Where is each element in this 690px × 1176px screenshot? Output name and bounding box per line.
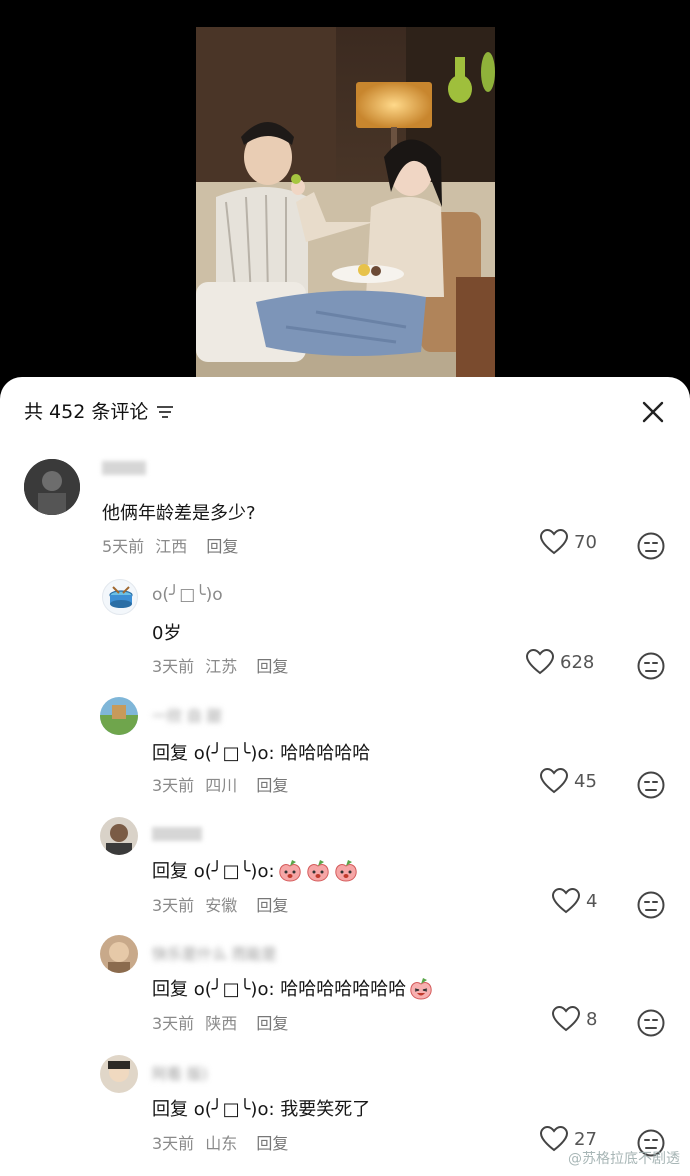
like-button[interactable]: 628 [526,649,594,675]
laughing-emoji-icon [410,978,432,1000]
avatar[interactable] [100,817,138,855]
avatar[interactable] [100,935,138,973]
peach-emoji-icon [334,860,357,882]
dislike-icon[interactable] [637,771,665,799]
avatar-image [100,817,138,855]
watermark-text: @苏格拉底不剧透 [568,1151,680,1167]
reply-item: 回复 o(╯□╰)o: 3天前 安徽 回复 4 [0,815,690,925]
reply-button[interactable]: 回复 [206,537,238,556]
avatar-image [100,697,138,735]
reply-item: 快乐是什么 而能是 回复 o(╯□╰)o: 哈哈哈哈哈哈哈 3天前 陕西 回复 … [0,933,690,1043]
avatar-image [100,1055,138,1093]
like-count: 70 [574,531,597,553]
video-thumbnail [196,27,495,377]
comment-count-title[interactable]: 共 452 条评论 [24,397,174,424]
comment-time: 3天前 [152,1134,195,1153]
comment-text-prefix: 回复 o(╯□╰)o: [152,861,275,882]
reply-button[interactable]: 回复 [256,776,288,795]
avatar-image [100,935,138,973]
drum-icon [109,586,133,608]
username-redacted [102,461,146,475]
comment-text: 回复 o(╯□╰)o: 我要笑死了 [152,1099,371,1120]
comment-time: 3天前 [152,657,195,676]
comment-meta: 3天前 四川 回复 [152,772,288,796]
comment-meta: 3天前 安徽 回复 [152,892,288,916]
video-frame[interactable] [196,27,495,377]
comment-meta: 5天前 江西 回复 [102,533,238,557]
reply-button[interactable]: 回复 [256,1014,288,1033]
comment-text: 0岁 [152,623,182,644]
reply-button[interactable]: 回复 [256,1134,288,1153]
heart-icon [526,649,554,675]
comment-item: 他俩年龄差是多少? 5天前 江西 回复 70 [0,457,690,567]
dislike-icon[interactable] [637,891,665,919]
comment-meta: 3天前 陕西 回复 [152,1010,288,1034]
username[interactable]: 阿看 版) [152,1063,208,1084]
comment-meta: 3天前 江苏 回复 [152,653,288,677]
reply-button[interactable]: 回复 [256,657,288,676]
reply-button[interactable]: 回复 [256,896,288,915]
like-button[interactable]: 4 [552,888,597,914]
username[interactable]: 快乐是什么 而能是 [152,943,277,964]
comment-text: 回复 o(╯□╰)o: 哈哈哈哈哈 [152,743,371,764]
comment-location: 江西 [155,537,188,556]
like-count: 4 [586,890,598,912]
peach-emoji-icon [278,860,301,882]
avatar[interactable] [100,697,138,735]
like-button[interactable]: 70 [540,529,597,555]
heart-icon [540,768,568,794]
video-player[interactable] [0,0,690,392]
heart-icon [552,1006,580,1032]
dislike-icon[interactable] [637,1009,665,1037]
reply-item: o(╯□╰)o 0岁 3天前 江苏 回复 628 [0,577,690,687]
username[interactable]: 一欣 自 甜 [152,705,222,726]
like-button[interactable]: 45 [540,768,597,794]
like-count: 45 [574,770,597,792]
like-count: 628 [560,651,595,673]
comment-count-label: 共 452 条评论 [24,401,149,423]
reply-item: 一欣 自 甜 回复 o(╯□╰)o: 哈哈哈哈哈 3天前 四川 回复 45 [0,695,690,805]
dislike-icon[interactable] [637,532,665,560]
filter-icon[interactable] [156,404,174,420]
comment-location: 陕西 [205,1014,238,1033]
avatar[interactable] [102,579,138,615]
comment-text: 回复 o(╯□╰)o: 哈哈哈哈哈哈哈 [152,975,434,1001]
comment-location: 安徽 [205,896,238,915]
like-button[interactable]: 8 [552,1006,597,1032]
comment-sheet: 共 452 条评论 他俩年龄差是多少? 5天前 江西 回复 70 o(╯□╰)o… [0,377,690,1176]
dislike-icon[interactable] [637,652,665,680]
heart-icon [540,529,568,555]
peach-emoji-icon [306,860,329,882]
comment-sheet-header: 共 452 条评论 [0,377,690,447]
comment-time: 3天前 [152,1014,195,1033]
username[interactable]: o(╯□╰)o [152,585,223,605]
reply-item: 阿看 版) 回复 o(╯□╰)o: 我要笑死了 3天前 山东 回复 27 [0,1053,690,1163]
avatar[interactable] [100,1055,138,1093]
comment-location: 江苏 [205,657,238,676]
username-redacted[interactable] [152,827,202,841]
like-count: 8 [586,1008,598,1030]
comment-text: 回复 o(╯□╰)o: [152,857,359,883]
close-icon[interactable] [640,399,666,425]
comment-text-body: 回复 o(╯□╰)o: 哈哈哈哈哈哈哈 [152,979,407,1000]
avatar[interactable] [24,459,80,515]
comment-time: 3天前 [152,896,195,915]
comment-location: 山东 [205,1134,238,1153]
heart-icon [540,1126,568,1152]
watermark: @苏格拉底不剧透 [568,1148,680,1168]
avatar-image [24,459,80,515]
comment-time: 3天前 [152,776,195,795]
like-count: 27 [574,1128,597,1150]
comment-text: 他俩年龄差是多少? [102,503,256,524]
heart-icon [552,888,580,914]
comment-time: 5天前 [102,537,145,556]
comment-meta: 3天前 山东 回复 [152,1130,288,1154]
comment-location: 四川 [205,776,238,795]
